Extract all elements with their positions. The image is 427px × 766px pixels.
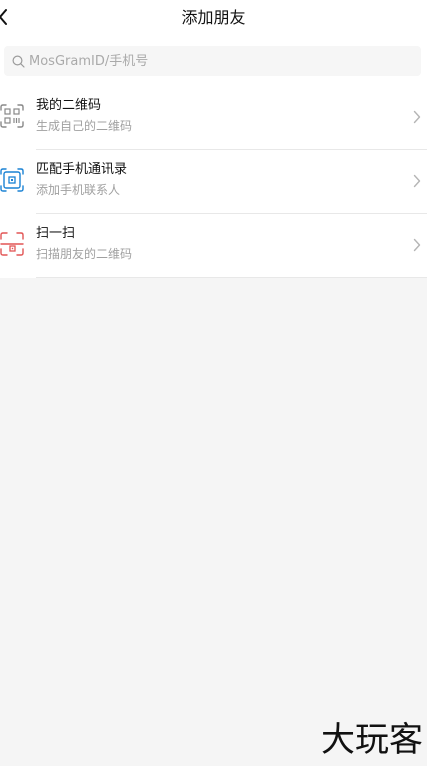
menu-item-subtitle: 扫描朋友的二维码 [36, 247, 133, 261]
qr-code-icon [0, 104, 24, 128]
menu-item-subtitle: 添加手机联系人 [36, 183, 121, 197]
menu-item-title: 匹配手机通讯录 [36, 162, 128, 177]
phone-contacts-icon [0, 168, 24, 192]
scan-icon [0, 232, 24, 256]
chevron-right-icon [413, 110, 421, 124]
chevron-right-icon [413, 238, 421, 252]
search-icon [12, 55, 25, 68]
search-box[interactable] [4, 46, 421, 76]
watermark: 大玩客 [321, 720, 423, 760]
menu-item-title: 我的二维码 [36, 98, 102, 113]
search-input[interactable] [29, 50, 409, 72]
menu-item-my-qr-code[interactable]: 我的二维码 生成自己的二维码 [0, 86, 427, 150]
chevron-right-icon [413, 174, 421, 188]
menu-item-scan[interactable]: 扫一扫 扫描朋友的二维码 [0, 214, 427, 278]
divider [36, 277, 427, 278]
add-friend-menu: 我的二维码 生成自己的二维码 匹配手机通讯录 添加手机联系人 扫一扫 扫描朋友的… [0, 86, 427, 278]
menu-item-subtitle: 生成自己的二维码 [36, 119, 133, 133]
menu-item-title: 扫一扫 [36, 226, 76, 241]
search-section [0, 36, 427, 86]
navigation-bar: 添加朋友 [0, 0, 427, 36]
page-title: 添加朋友 [181, 8, 246, 27]
menu-item-match-contacts[interactable]: 匹配手机通讯录 添加手机联系人 [0, 150, 427, 214]
